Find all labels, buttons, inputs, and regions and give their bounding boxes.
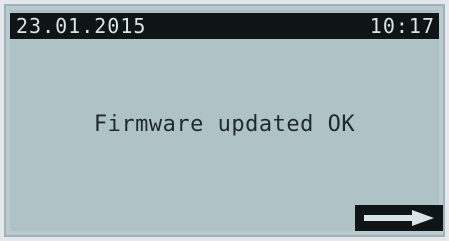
firmware-status-message: Firmware updated OK — [93, 112, 356, 137]
status-date: 23.01.2015 — [16, 14, 147, 38]
status-bar: 23.01.2015 10:17 — [10, 13, 439, 39]
next-softkey-button[interactable] — [355, 205, 443, 231]
status-time: 10:17 — [369, 14, 435, 38]
arrow-right-icon — [362, 210, 436, 226]
